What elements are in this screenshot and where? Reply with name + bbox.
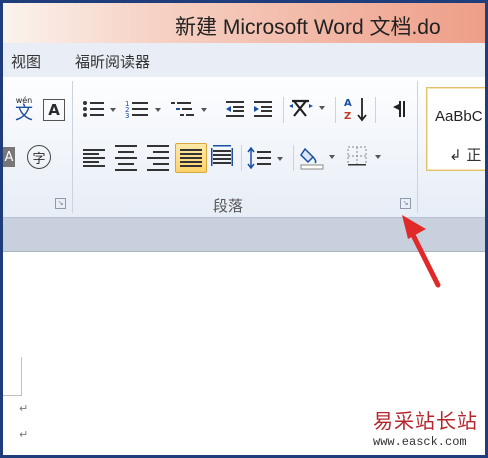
red-pointer-arrow-icon [402,215,441,288]
sort-button[interactable]: A Z [343,95,369,123]
font-dialog-launcher-icon[interactable]: ↘ [55,198,66,209]
paragraph-mark: ↵ [19,402,29,415]
tab-foxit-reader[interactable]: 福昕阅读器 [75,51,150,72]
align-center-icon [115,143,137,173]
multilevel-list-icon [171,102,207,116]
align-right-button[interactable] [145,145,171,171]
phonetic-guide-button[interactable]: wén 文 [11,97,37,123]
align-left-icon [83,147,105,169]
line-spacing-button[interactable] [247,145,285,171]
shading-button[interactable] [299,143,339,171]
show-hide-marks-button[interactable] [389,97,411,121]
svg-text:3: 3 [125,112,129,120]
style-preview-text: AaBbC [435,108,483,125]
numbering-button[interactable]: 1 2 3 [125,97,163,121]
style-name-label: ↲ 正 [449,146,482,164]
distributed-icon [211,145,233,166]
svg-text:Z: Z [344,111,351,122]
paragraph-dialog-launcher-icon[interactable]: ↘ [400,198,411,209]
increase-indent-icon [254,101,272,117]
center-button[interactable] [113,145,139,171]
inline-separator [293,145,294,171]
align-right-icon [147,143,169,173]
enclose-characters-button[interactable]: 字 [27,145,51,169]
character-shading-button[interactable]: A [3,147,15,167]
group-separator [417,81,418,213]
borders-icon [347,146,381,166]
paragraph-mark-icon [393,101,405,117]
paragraph-mark: ↵ [19,428,29,441]
watermark-text: 易采站长站 [373,409,478,433]
decrease-indent-icon [226,101,244,117]
wen-glyph: 文 [15,103,33,124]
increase-indent-button[interactable] [251,97,275,121]
bullets-button[interactable] [81,97,117,121]
ribbon: wén 文 A A 字 ↘ 1 2 3 A Z 段落 ↘ AaBbC ↲ 正 [3,77,485,218]
decrease-indent-button[interactable] [223,97,247,121]
sort-az-icon: A Z [344,98,367,122]
title-bar: 新建 Microsoft Word 文档.do [3,3,485,43]
window: 新建 Microsoft Word 文档.do 视图 福昕阅读器 wén 文 A… [3,3,485,455]
align-left-button[interactable] [81,145,107,171]
multilevel-list-button[interactable] [171,97,209,121]
style-normal[interactable]: AaBbC ↲ 正 [426,87,485,171]
inline-separator [335,97,336,123]
inline-separator [283,97,284,123]
numbered-list-icon: 1 2 3 [125,100,161,120]
svg-text:A: A [344,98,352,109]
window-title: 新建 Microsoft Word 文档.do [175,16,441,39]
justify-icon [180,147,202,169]
justify-button[interactable] [175,143,207,173]
margin-corner-mark [3,357,22,396]
character-border-button[interactable]: A [43,99,65,121]
tab-view[interactable]: 视图 [11,51,41,72]
group-separator [72,81,73,213]
line-spacing-icon [247,146,283,170]
paint-bucket-icon [300,147,335,170]
inline-separator [241,145,242,171]
borders-button[interactable] [345,143,385,171]
ribbon-tabs: 视图 福昕阅读器 [3,43,485,78]
paragraph-group-label: 段落 [213,197,244,215]
inline-separator [375,97,376,123]
chinese-layout-icon [289,99,325,117]
chinese-layout-button[interactable] [289,95,329,121]
bullet-list-icon [83,101,116,117]
distributed-button[interactable] [209,143,235,171]
watermark-url: www.easck.com [373,435,467,449]
